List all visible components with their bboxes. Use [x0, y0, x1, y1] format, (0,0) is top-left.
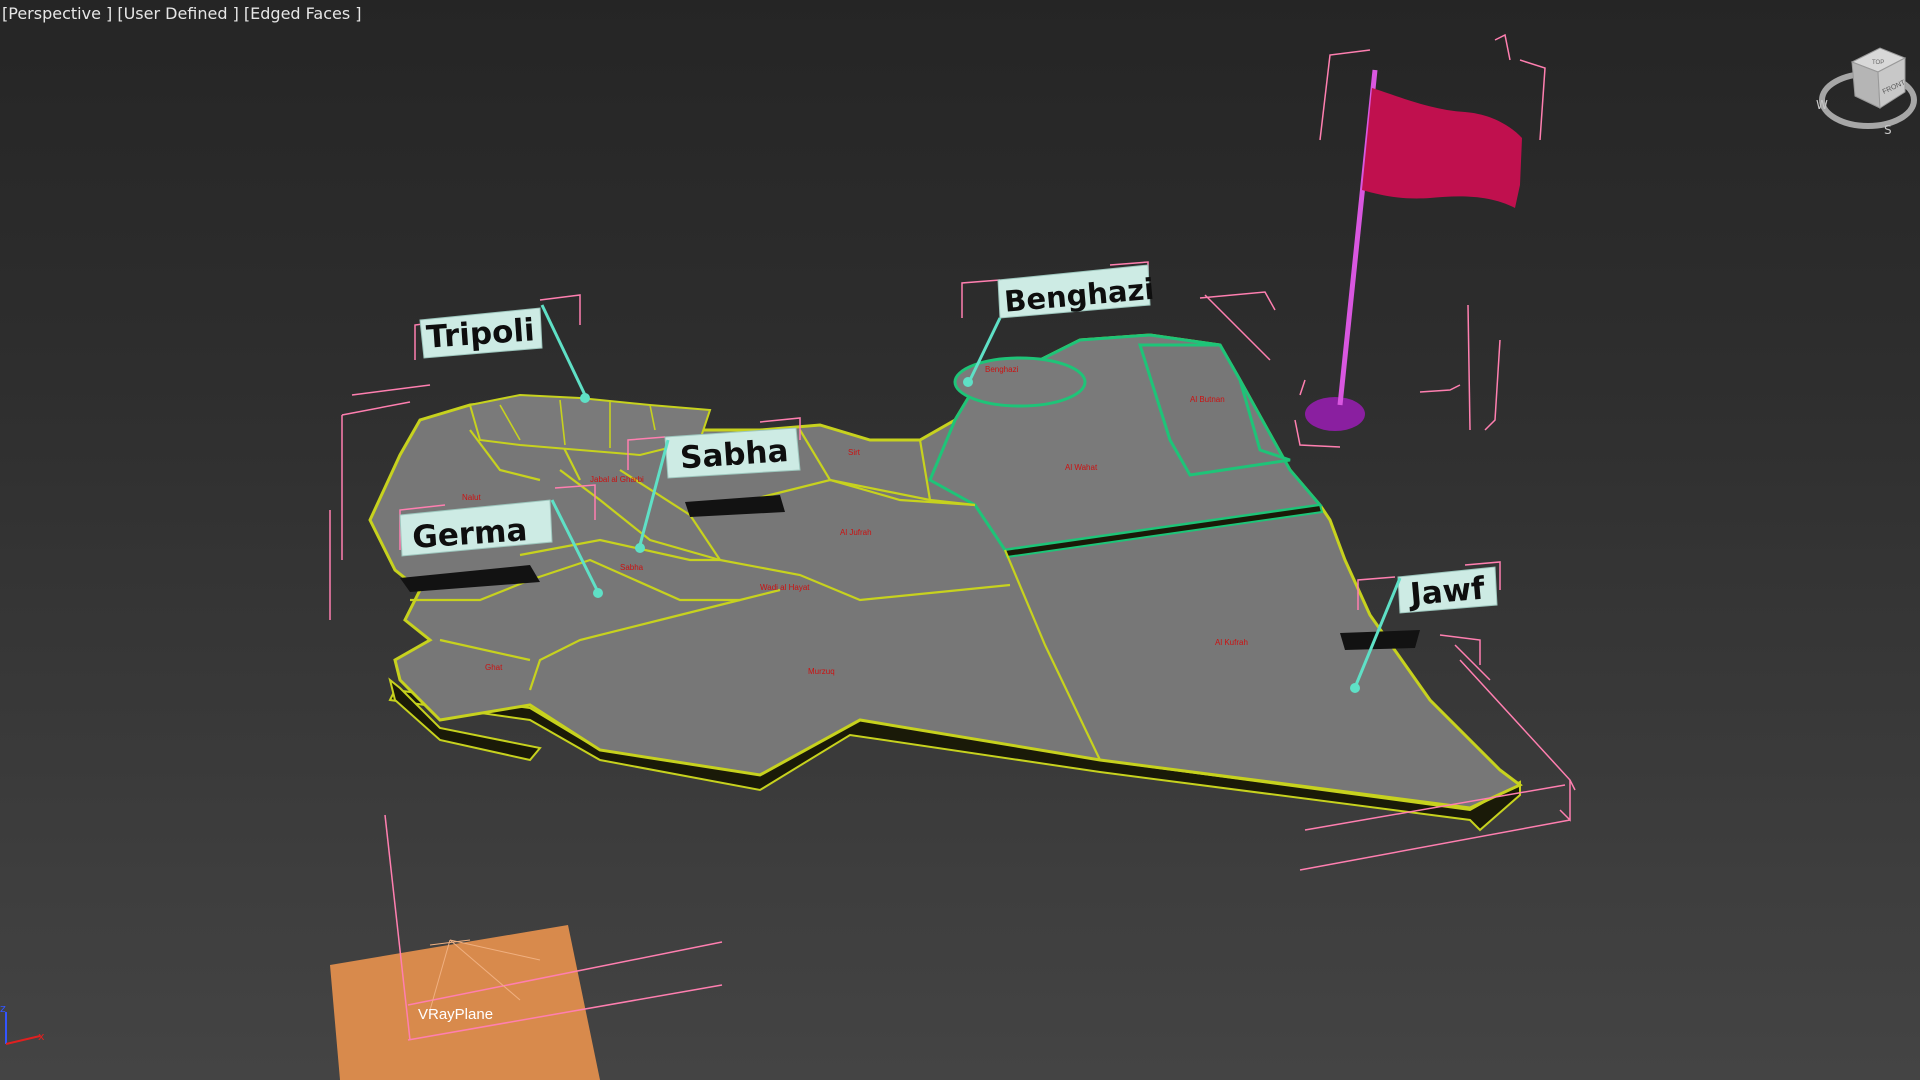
svg-text:Al Jufrah: Al Jufrah	[840, 528, 872, 537]
city-label-tripoli: Tripoli	[425, 312, 536, 355]
svg-text:Murzuq: Murzuq	[808, 667, 835, 676]
axis-x-label: x	[38, 1030, 45, 1043]
viewcube-west-label[interactable]: W	[1816, 98, 1828, 112]
svg-text:Nalut: Nalut	[462, 493, 481, 502]
axis-z-label: z	[0, 1002, 6, 1015]
svg-text:Wadi al Hayat: Wadi al Hayat	[760, 583, 810, 592]
svg-text:Al Wahat: Al Wahat	[1065, 463, 1098, 472]
axis-tripod: z x	[0, 1002, 45, 1045]
perspective-viewport[interactable]: [Perspective ] [User Defined ] [Edged Fa…	[0, 0, 1920, 1080]
viewcube-top-text: TOP	[1872, 60, 1884, 66]
map-region-jabal-akhdar[interactable]	[953, 356, 1087, 408]
flag-cloth	[1362, 88, 1522, 208]
svg-text:Al Kufrah: Al Kufrah	[1215, 638, 1248, 647]
svg-text:Al Butnan: Al Butnan	[1190, 395, 1225, 404]
vray-plane-label: VRayPlane	[418, 1006, 493, 1023]
svg-text:Sabha: Sabha	[620, 563, 644, 572]
flag-selection-brackets	[1294, 33, 1546, 448]
svg-text:Ghat: Ghat	[485, 663, 503, 672]
flag-base	[1305, 397, 1365, 431]
svg-text:Jabal al Gharbi: Jabal al Gharbi	[590, 475, 644, 484]
city-label-sabha: Sabha	[679, 433, 790, 476]
viewcube-south-label[interactable]: S	[1884, 123, 1892, 137]
viewcube[interactable]: TOP FRONT W S	[1816, 47, 1917, 137]
flag-object[interactable]	[1294, 33, 1546, 448]
vray-plane-object[interactable]: VRayPlane	[330, 814, 723, 1080]
city-label-jawf: Jawf	[1407, 571, 1487, 614]
svg-text:Sirt: Sirt	[848, 448, 861, 457]
scene-canvas[interactable]: Nalut Jabal al Gharbi Sirt Al Jufrah Al …	[0, 0, 1920, 1080]
svg-text:Benghazi: Benghazi	[985, 365, 1019, 374]
city-marker-tripoli[interactable]: Tripoli	[414, 294, 590, 403]
